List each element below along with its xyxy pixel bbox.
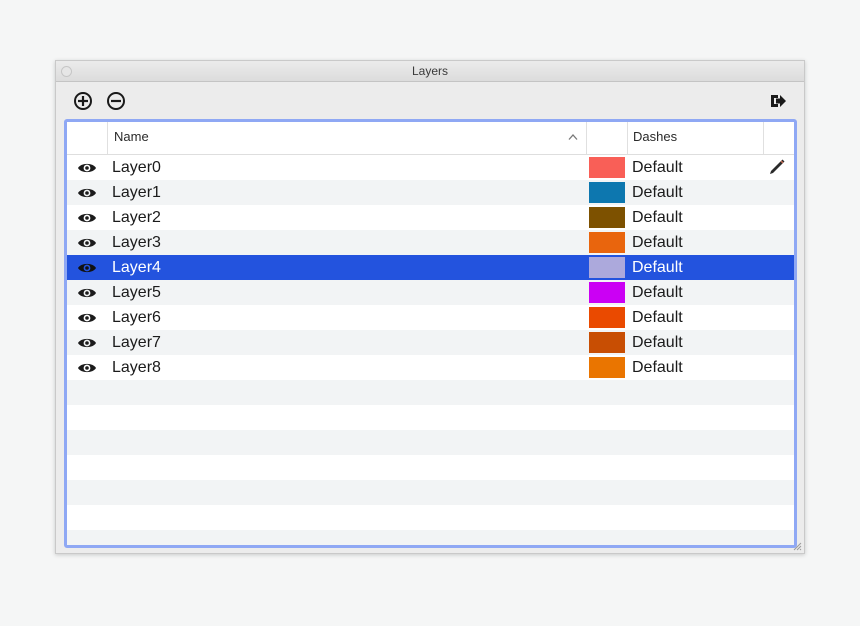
sort-ascending-icon: [568, 134, 578, 140]
layers-table[interactable]: Name Dashes Layer0 Default Layer1 Defaul…: [64, 119, 797, 548]
eye-icon[interactable]: [77, 362, 97, 374]
export-arrow-icon: [771, 95, 786, 107]
minus-circle-icon: [107, 92, 125, 110]
layer-color-swatch[interactable]: [589, 307, 625, 328]
empty-row: [67, 505, 794, 530]
layer-color-swatch[interactable]: [589, 357, 625, 378]
edit-column-header[interactable]: [764, 122, 794, 154]
layer-dashes[interactable]: Default: [632, 358, 683, 378]
table-row[interactable]: Layer0 Default: [67, 155, 794, 180]
layer-color-swatch[interactable]: [589, 157, 625, 178]
layer-dashes[interactable]: Default: [632, 258, 683, 278]
table-row[interactable]: Layer5 Default: [67, 280, 794, 305]
layer-color-swatch[interactable]: [589, 257, 625, 278]
layer-name: Layer7: [112, 334, 161, 351]
dashes-column-label: Dashes: [633, 129, 678, 144]
layer-color-swatch[interactable]: [589, 207, 625, 228]
resize-grip-icon[interactable]: [792, 541, 802, 551]
window-title: Layers: [411, 64, 449, 78]
layer-name: Layer8: [112, 359, 161, 376]
name-column-header[interactable]: Name: [108, 122, 587, 154]
table-body: Layer0 Default Layer1 Default Layer2 Def…: [67, 155, 794, 545]
empty-row: [67, 430, 794, 455]
layer-color-swatch[interactable]: [589, 232, 625, 253]
eye-icon[interactable]: [77, 312, 97, 324]
table-row-selected[interactable]: Layer4 Default: [67, 255, 794, 280]
dashes-column-header[interactable]: Dashes: [628, 122, 764, 154]
pencil-icon: [770, 159, 785, 174]
table-row[interactable]: Layer7 Default: [67, 330, 794, 355]
toolbar: [56, 82, 804, 118]
name-column-label: Name: [114, 129, 149, 144]
eye-icon[interactable]: [77, 287, 97, 299]
layer-dashes[interactable]: Default: [632, 333, 683, 353]
layer-dashes[interactable]: Default: [632, 158, 683, 178]
layer-dashes[interactable]: Default: [632, 283, 683, 303]
layer-dashes[interactable]: Default: [632, 308, 683, 328]
details-menu-button[interactable]: [768, 91, 788, 111]
layer-name: Layer4: [112, 259, 161, 276]
layer-dashes[interactable]: Default: [632, 183, 683, 203]
layer-name: Layer0: [112, 159, 161, 176]
eye-icon[interactable]: [77, 337, 97, 349]
layer-dashes[interactable]: Default: [632, 233, 683, 253]
empty-row: [67, 380, 794, 405]
layer-name: Layer5: [112, 284, 161, 301]
layer-name: Layer6: [112, 309, 161, 326]
empty-row: [67, 455, 794, 480]
color-column-header[interactable]: [587, 122, 628, 154]
eye-icon[interactable]: [77, 262, 97, 274]
add-layer-button[interactable]: [73, 91, 93, 111]
title-bar[interactable]: Layers: [56, 61, 804, 82]
eye-icon[interactable]: [77, 237, 97, 249]
visibility-column-header[interactable]: [67, 122, 108, 154]
table-row[interactable]: Layer3 Default: [67, 230, 794, 255]
layer-dashes[interactable]: Default: [632, 208, 683, 228]
layers-window: Layers Name Dashes Layer0 Default Layer1…: [55, 60, 805, 554]
table-row[interactable]: Layer6 Default: [67, 305, 794, 330]
layer-color-swatch[interactable]: [589, 182, 625, 203]
table-row[interactable]: Layer1 Default: [67, 180, 794, 205]
eye-icon[interactable]: [77, 212, 97, 224]
empty-row: [67, 405, 794, 430]
eye-icon[interactable]: [77, 162, 97, 174]
table-row[interactable]: Layer8 Default: [67, 355, 794, 380]
remove-layer-button[interactable]: [106, 91, 126, 111]
layer-color-swatch[interactable]: [589, 282, 625, 303]
empty-row: [67, 480, 794, 505]
layer-name: Layer1: [112, 184, 161, 201]
layer-name: Layer2: [112, 209, 161, 226]
empty-row: [67, 530, 794, 545]
layer-color-swatch[interactable]: [589, 332, 625, 353]
table-header: Name Dashes: [67, 122, 794, 155]
layer-name: Layer3: [112, 234, 161, 251]
eye-icon[interactable]: [77, 187, 97, 199]
table-row[interactable]: Layer2 Default: [67, 205, 794, 230]
plus-circle-icon: [74, 92, 92, 110]
